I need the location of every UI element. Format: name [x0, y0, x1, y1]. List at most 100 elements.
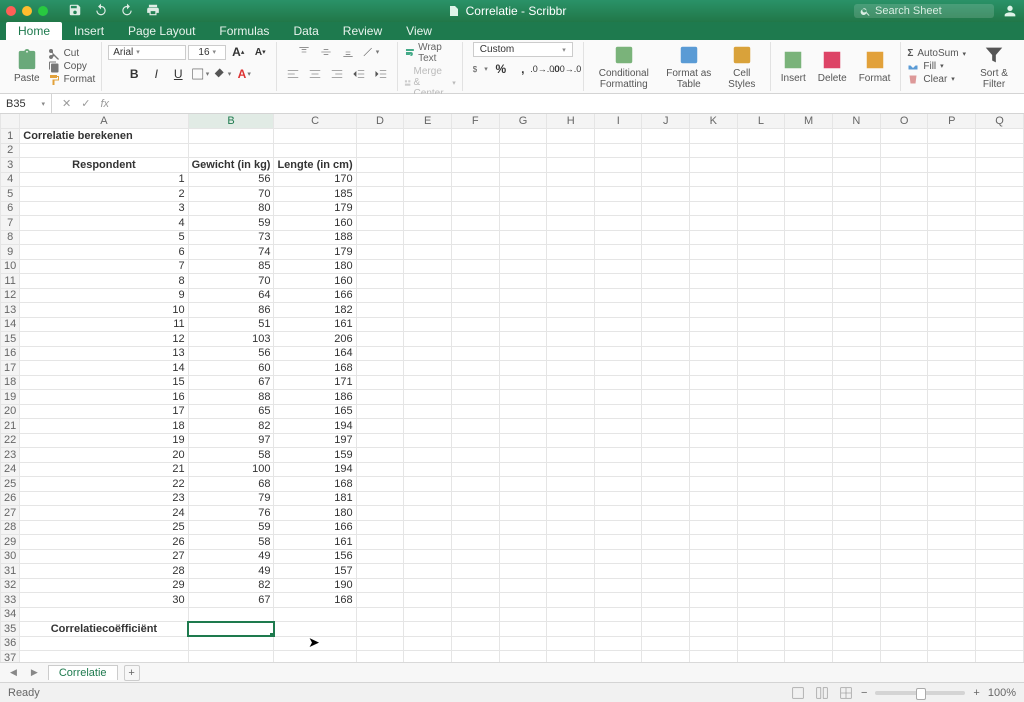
cell[interactable]	[595, 274, 642, 289]
cell[interactable]	[404, 288, 452, 303]
cell[interactable]	[690, 477, 738, 492]
cell[interactable]: 67	[188, 593, 274, 608]
cell[interactable]: 179	[274, 245, 356, 260]
cell[interactable]	[976, 419, 1024, 434]
cell[interactable]	[547, 332, 595, 347]
cell[interactable]	[595, 520, 642, 535]
cell[interactable]	[833, 216, 881, 231]
cell[interactable]: 82	[188, 419, 274, 434]
cell[interactable]	[547, 564, 595, 579]
cell[interactable]	[404, 216, 452, 231]
cell[interactable]	[642, 288, 690, 303]
cell[interactable]	[928, 593, 976, 608]
cell[interactable]	[785, 433, 833, 448]
cell[interactable]	[499, 332, 547, 347]
cell[interactable]: 181	[274, 491, 356, 506]
share-icon[interactable]	[1002, 3, 1018, 19]
cell[interactable]	[928, 564, 976, 579]
cell[interactable]: 5	[20, 230, 188, 245]
cell[interactable]: 12	[20, 332, 188, 347]
cell[interactable]	[880, 462, 928, 477]
cell[interactable]	[928, 636, 976, 651]
cell[interactable]: 56	[188, 346, 274, 361]
cell[interactable]	[690, 491, 738, 506]
cell[interactable]	[274, 129, 356, 144]
row-header[interactable]: 24	[1, 462, 20, 477]
cell[interactable]	[928, 549, 976, 564]
cell[interactable]: 19	[20, 433, 188, 448]
tab-view[interactable]: View	[394, 22, 444, 40]
cell[interactable]: 3	[20, 201, 188, 216]
col-header-B[interactable]: B	[188, 114, 274, 129]
undo-icon[interactable]	[94, 3, 108, 20]
cell[interactable]	[880, 564, 928, 579]
normal-view-icon[interactable]	[791, 686, 805, 700]
cell[interactable]	[928, 651, 976, 663]
align-center-icon[interactable]	[305, 64, 325, 84]
cell[interactable]	[833, 245, 881, 260]
cell[interactable]: 73	[188, 230, 274, 245]
cell[interactable]	[451, 520, 499, 535]
cell[interactable]	[404, 622, 452, 637]
tab-review[interactable]: Review	[331, 22, 394, 40]
cell[interactable]	[976, 506, 1024, 521]
cell[interactable]	[880, 651, 928, 663]
cell[interactable]	[547, 593, 595, 608]
cell[interactable]	[547, 201, 595, 216]
cell[interactable]	[547, 535, 595, 550]
cell[interactable]: 85	[188, 259, 274, 274]
cell[interactable]	[547, 274, 595, 289]
cell[interactable]	[785, 404, 833, 419]
cell[interactable]	[928, 607, 976, 622]
enter-formula-icon[interactable]: ✓	[81, 97, 90, 110]
cell[interactable]	[880, 143, 928, 158]
cell[interactable]	[737, 216, 785, 231]
zoom-window-icon[interactable]	[38, 6, 48, 16]
cell[interactable]	[976, 303, 1024, 318]
cell[interactable]	[880, 390, 928, 405]
cell[interactable]	[785, 274, 833, 289]
font-size-select[interactable]: 16▾	[188, 45, 226, 60]
cell[interactable]	[451, 404, 499, 419]
cell[interactable]	[976, 593, 1024, 608]
cell[interactable]	[642, 332, 690, 347]
cell[interactable]: 2	[20, 187, 188, 202]
cell[interactable]	[880, 578, 928, 593]
cell[interactable]	[595, 230, 642, 245]
tab-data[interactable]: Data	[281, 22, 330, 40]
cell[interactable]	[451, 274, 499, 289]
cell[interactable]: 8	[20, 274, 188, 289]
row-header[interactable]: 1	[1, 129, 20, 144]
row-header[interactable]: 26	[1, 491, 20, 506]
cell[interactable]	[356, 535, 404, 550]
cell[interactable]	[833, 651, 881, 663]
cell[interactable]	[690, 564, 738, 579]
cell[interactable]	[274, 651, 356, 663]
cell[interactable]	[404, 549, 452, 564]
cell[interactable]	[785, 636, 833, 651]
cell[interactable]	[451, 230, 499, 245]
cell[interactable]	[690, 404, 738, 419]
cell[interactable]	[595, 448, 642, 463]
tab-insert[interactable]: Insert	[62, 22, 116, 40]
cell[interactable]	[880, 303, 928, 318]
cell[interactable]	[690, 593, 738, 608]
cell[interactable]	[833, 129, 881, 144]
cell[interactable]	[547, 245, 595, 260]
cell[interactable]	[499, 491, 547, 506]
cell[interactable]	[785, 143, 833, 158]
cell[interactable]: Gewicht (in kg)	[188, 158, 274, 173]
cell[interactable]	[976, 216, 1024, 231]
cell[interactable]: 80	[188, 201, 274, 216]
cell[interactable]	[642, 201, 690, 216]
cell[interactable]: Correlatiecoëfficiënt	[20, 622, 188, 637]
cell[interactable]: 17	[20, 404, 188, 419]
col-header-M[interactable]: M	[785, 114, 833, 129]
cell[interactable]	[188, 651, 274, 663]
paste-button[interactable]: Paste	[10, 49, 44, 84]
cell[interactable]	[499, 274, 547, 289]
cell[interactable]	[356, 172, 404, 187]
row-header[interactable]: 9	[1, 245, 20, 260]
cell[interactable]	[547, 477, 595, 492]
cell[interactable]: 59	[188, 520, 274, 535]
